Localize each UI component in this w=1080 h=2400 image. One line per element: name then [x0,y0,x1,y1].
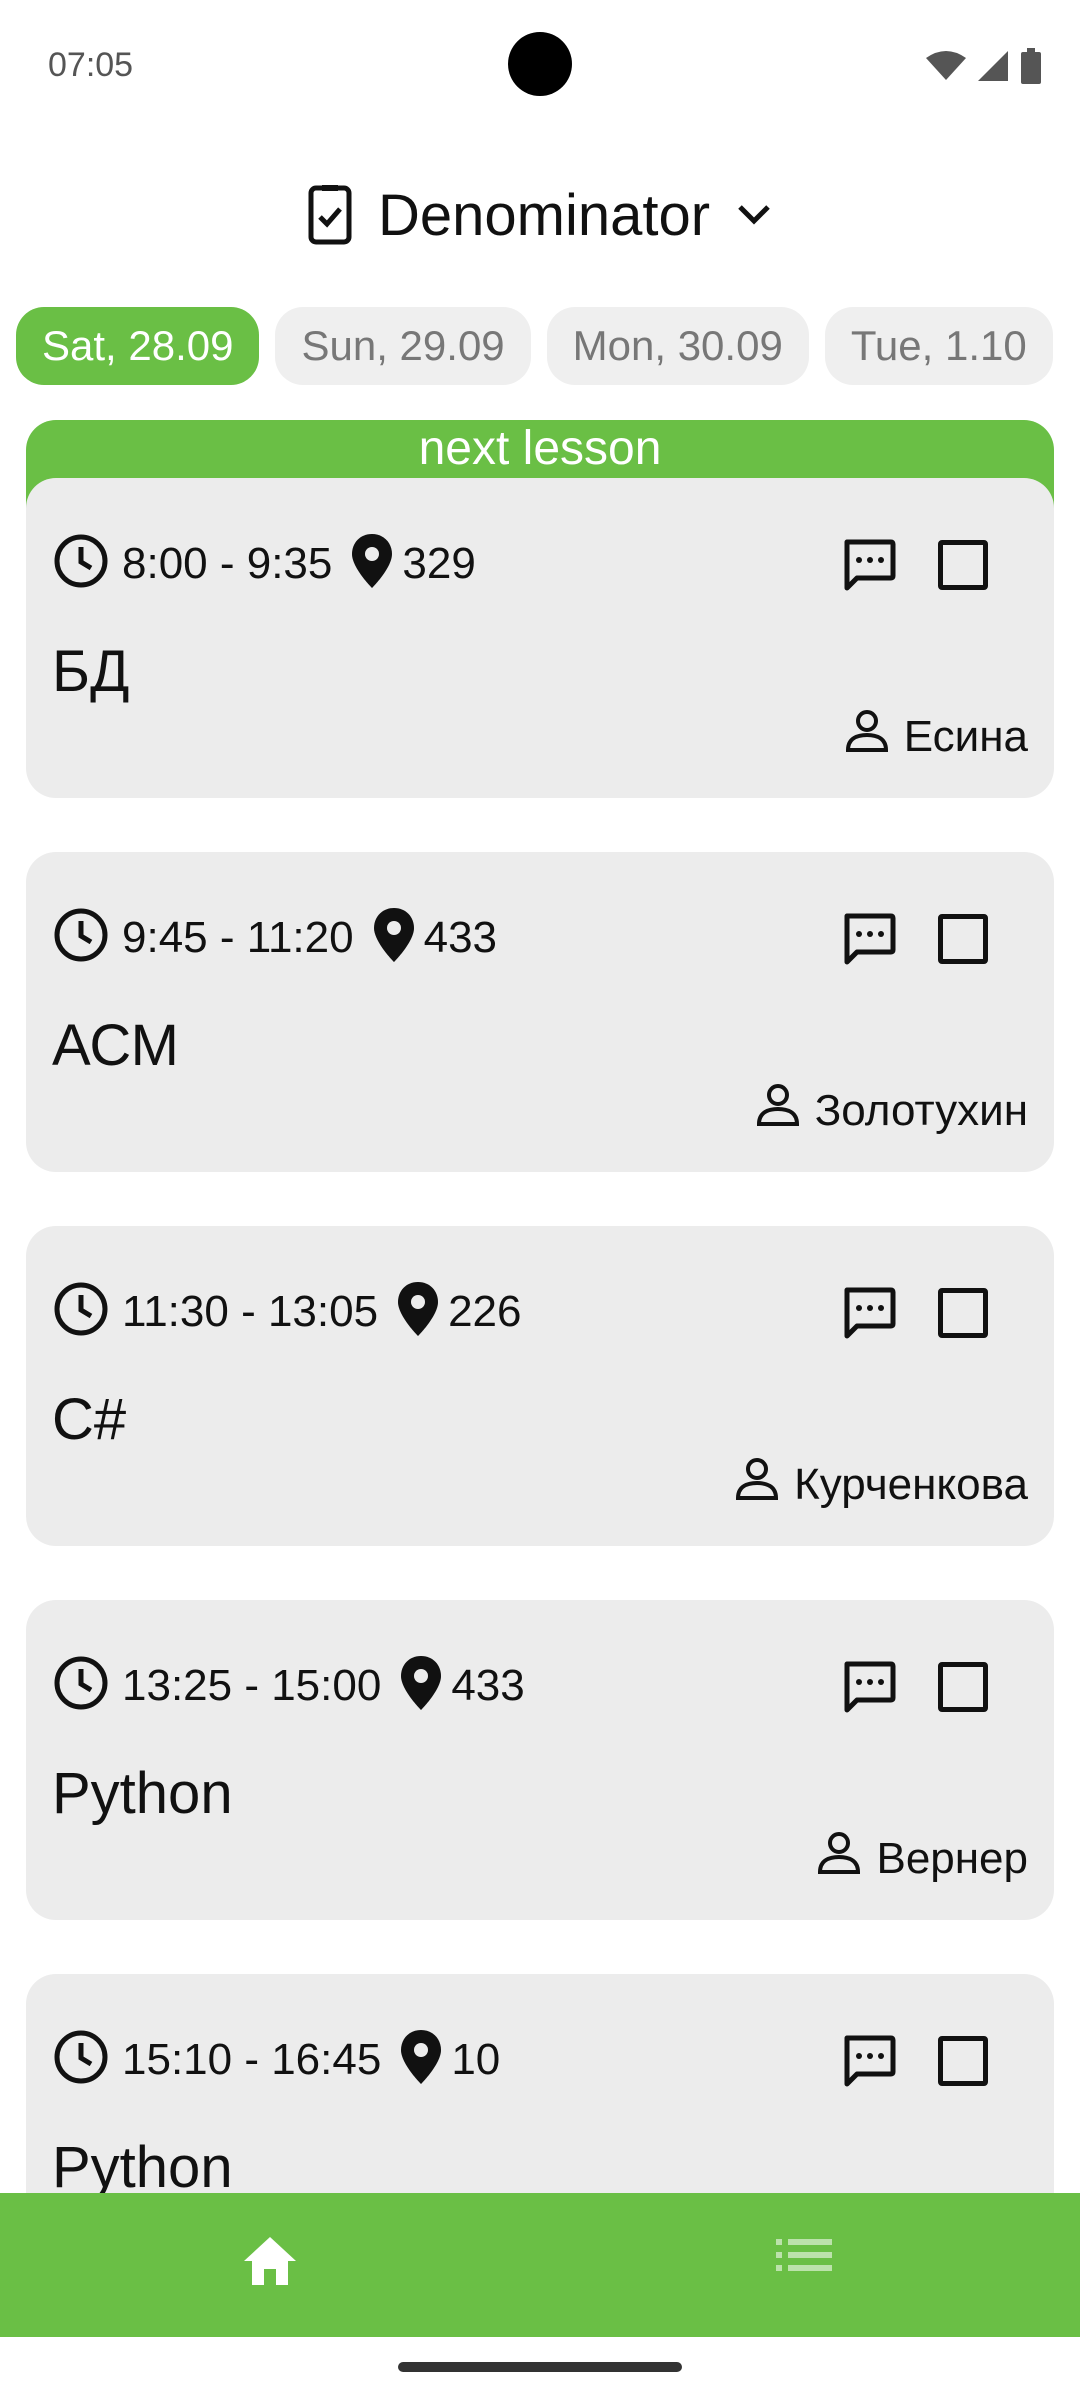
next-lesson-label: next lesson [418,422,662,475]
clock-icon [52,2028,110,2091]
teacher-name: Вернер [876,1833,1028,1883]
checkbox-icon[interactable] [938,1288,988,1338]
clock-icon [52,1654,110,1717]
day-chip[interactable]: Tue, 1.10 [824,307,1053,385]
checkbox-icon[interactable] [938,914,988,964]
status-icons [926,48,1042,84]
day-selector: Sat, 28.09 Sun, 29.09 Mon, 30.09 Tue, 1.… [16,307,1053,385]
teacher-name: Золотухин [814,1085,1028,1135]
lesson-meta: 9:45 - 11:20 433 [52,906,497,969]
lesson-meta: 15:10 - 16:45 10 [52,2028,500,2091]
lesson-card[interactable]: 8:00 - 9:35 329 БД Есина [26,478,1054,798]
signal-icon [978,51,1008,81]
lesson-room: 10 [451,2034,501,2084]
status-bar: 07:05 [0,0,1080,130]
message-icon[interactable] [841,2034,897,2095]
lesson-room: 226 [448,1286,522,1336]
clock-icon [52,1280,110,1343]
message-icon[interactable] [841,1286,897,1347]
lesson-subject: C# [52,1387,127,1452]
teacher-name: Курченкова [794,1459,1028,1509]
lesson-teacher: Вернер [816,1830,1028,1887]
lesson-time: 9:45 - 11:20 [122,912,354,962]
person-icon [816,1830,862,1887]
checkbox-icon[interactable] [938,540,988,590]
person-icon [734,1456,780,1513]
lesson-card[interactable]: 11:30 - 13:05 226 C# Курченкова [26,1226,1054,1546]
lesson-time: 8:00 - 9:35 [122,538,333,588]
lesson-meta: 13:25 - 15:00 433 [52,1654,525,1717]
checkbox-icon[interactable] [938,1662,988,1712]
lesson-time: 11:30 - 13:05 [122,1286,379,1336]
lesson-subject: АСМ [52,1013,179,1078]
day-chip[interactable]: Mon, 30.09 [546,307,809,385]
person-icon [844,708,890,765]
bottom-navigation [0,2193,1080,2337]
person-icon [755,1082,801,1139]
lesson-card[interactable]: 9:45 - 11:20 433 АСМ Золотухин [26,852,1054,1172]
message-icon[interactable] [841,912,897,973]
lesson-time: 13:25 - 15:00 [122,1660,382,1710]
lesson-teacher: Курченкова [734,1456,1028,1513]
day-chip[interactable]: Sat, 28.09 [16,307,260,385]
wifi-icon [926,51,966,80]
lesson-meta: 11:30 - 13:05 226 [52,1280,521,1343]
status-time: 07:05 [48,46,134,84]
checkbox-icon[interactable] [938,2036,988,2086]
lesson-card[interactable]: 13:25 - 15:00 433 Python Вернер [26,1600,1054,1920]
chevron-down-icon [736,203,772,227]
camera-cutout [508,32,572,96]
lesson-subject: БД [52,639,130,704]
day-chip[interactable]: Sun, 29.09 [275,307,531,385]
week-title: Denominator [377,182,711,248]
lesson-subject: Python [52,2135,233,2200]
phone-check-icon [308,185,352,245]
week-type-selector[interactable]: Denominator [0,170,1080,260]
location-pin-icon [372,906,416,969]
home-icon[interactable] [240,2233,300,2294]
lesson-teacher: Золотухин [755,1082,1028,1139]
message-icon[interactable] [841,538,897,599]
teacher-name: Есина [903,711,1028,761]
location-pin-icon [396,1280,440,1343]
location-pin-icon [399,1654,443,1717]
gesture-bar [398,2362,682,2372]
lesson-subject: Python [52,1761,233,1826]
message-icon[interactable] [841,1660,897,1721]
clock-icon [52,906,110,969]
lesson-room: 329 [402,538,476,588]
lesson-room: 433 [451,1660,525,1710]
clock-icon [52,532,110,595]
location-pin-icon [399,2028,443,2091]
location-pin-icon [350,532,394,595]
lesson-time: 15:10 - 16:45 [122,2034,382,2084]
list-icon[interactable] [776,2233,832,2282]
lesson-meta: 8:00 - 9:35 329 [52,532,476,595]
battery-icon [1021,48,1041,84]
lesson-room: 433 [423,912,498,962]
lesson-teacher: Есина [844,708,1028,765]
